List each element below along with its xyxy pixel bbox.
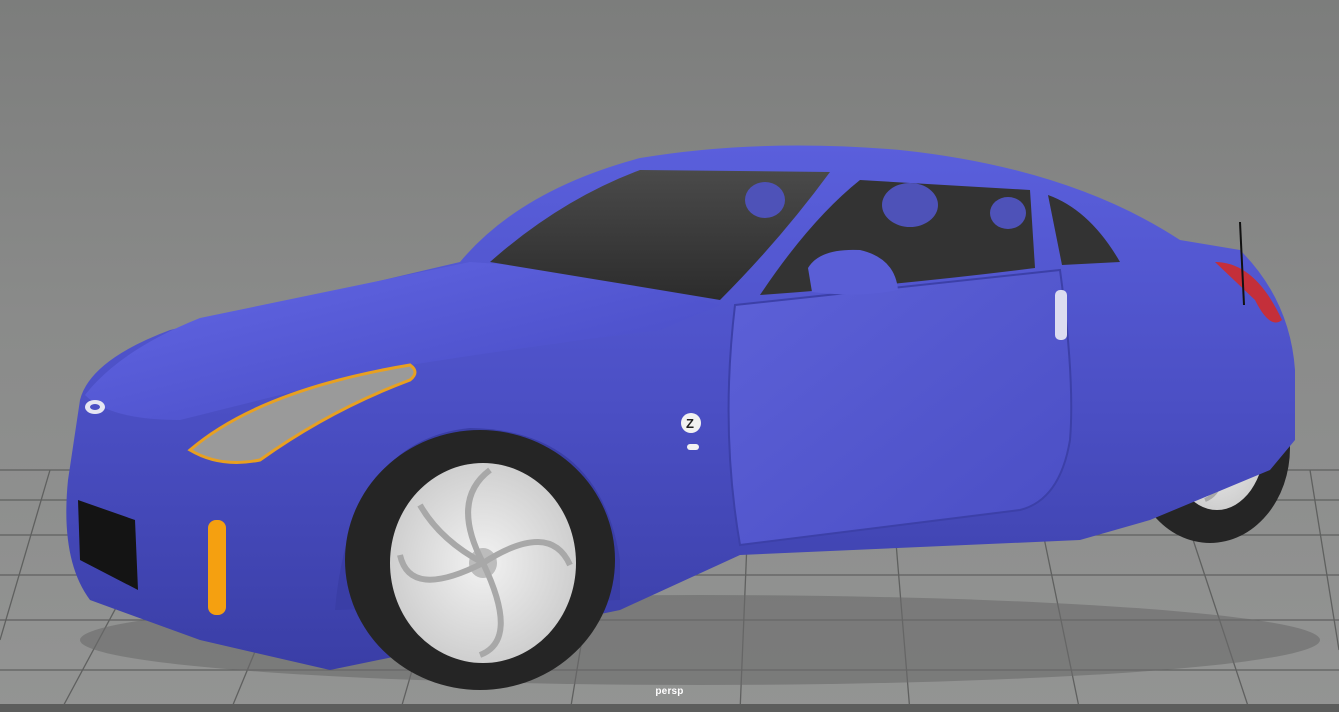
car-model[interactable]: Z [66,145,1320,691]
side-marker [208,520,226,615]
viewport-canvas[interactable]: Z [0,0,1339,712]
maya-viewport[interactable]: Z persp [0,0,1339,712]
camera-label: persp [655,686,684,697]
viewport-bottom-edge [0,704,1339,712]
car-badge-icon [85,400,105,414]
seat-headrest-driver [745,182,785,218]
svg-text:Z: Z [686,416,694,431]
door-panel [727,268,1073,547]
front-wheel [345,430,615,690]
door-handle [1055,290,1067,340]
seat-headrest [882,183,938,227]
seat-headrest-rear [990,197,1026,229]
